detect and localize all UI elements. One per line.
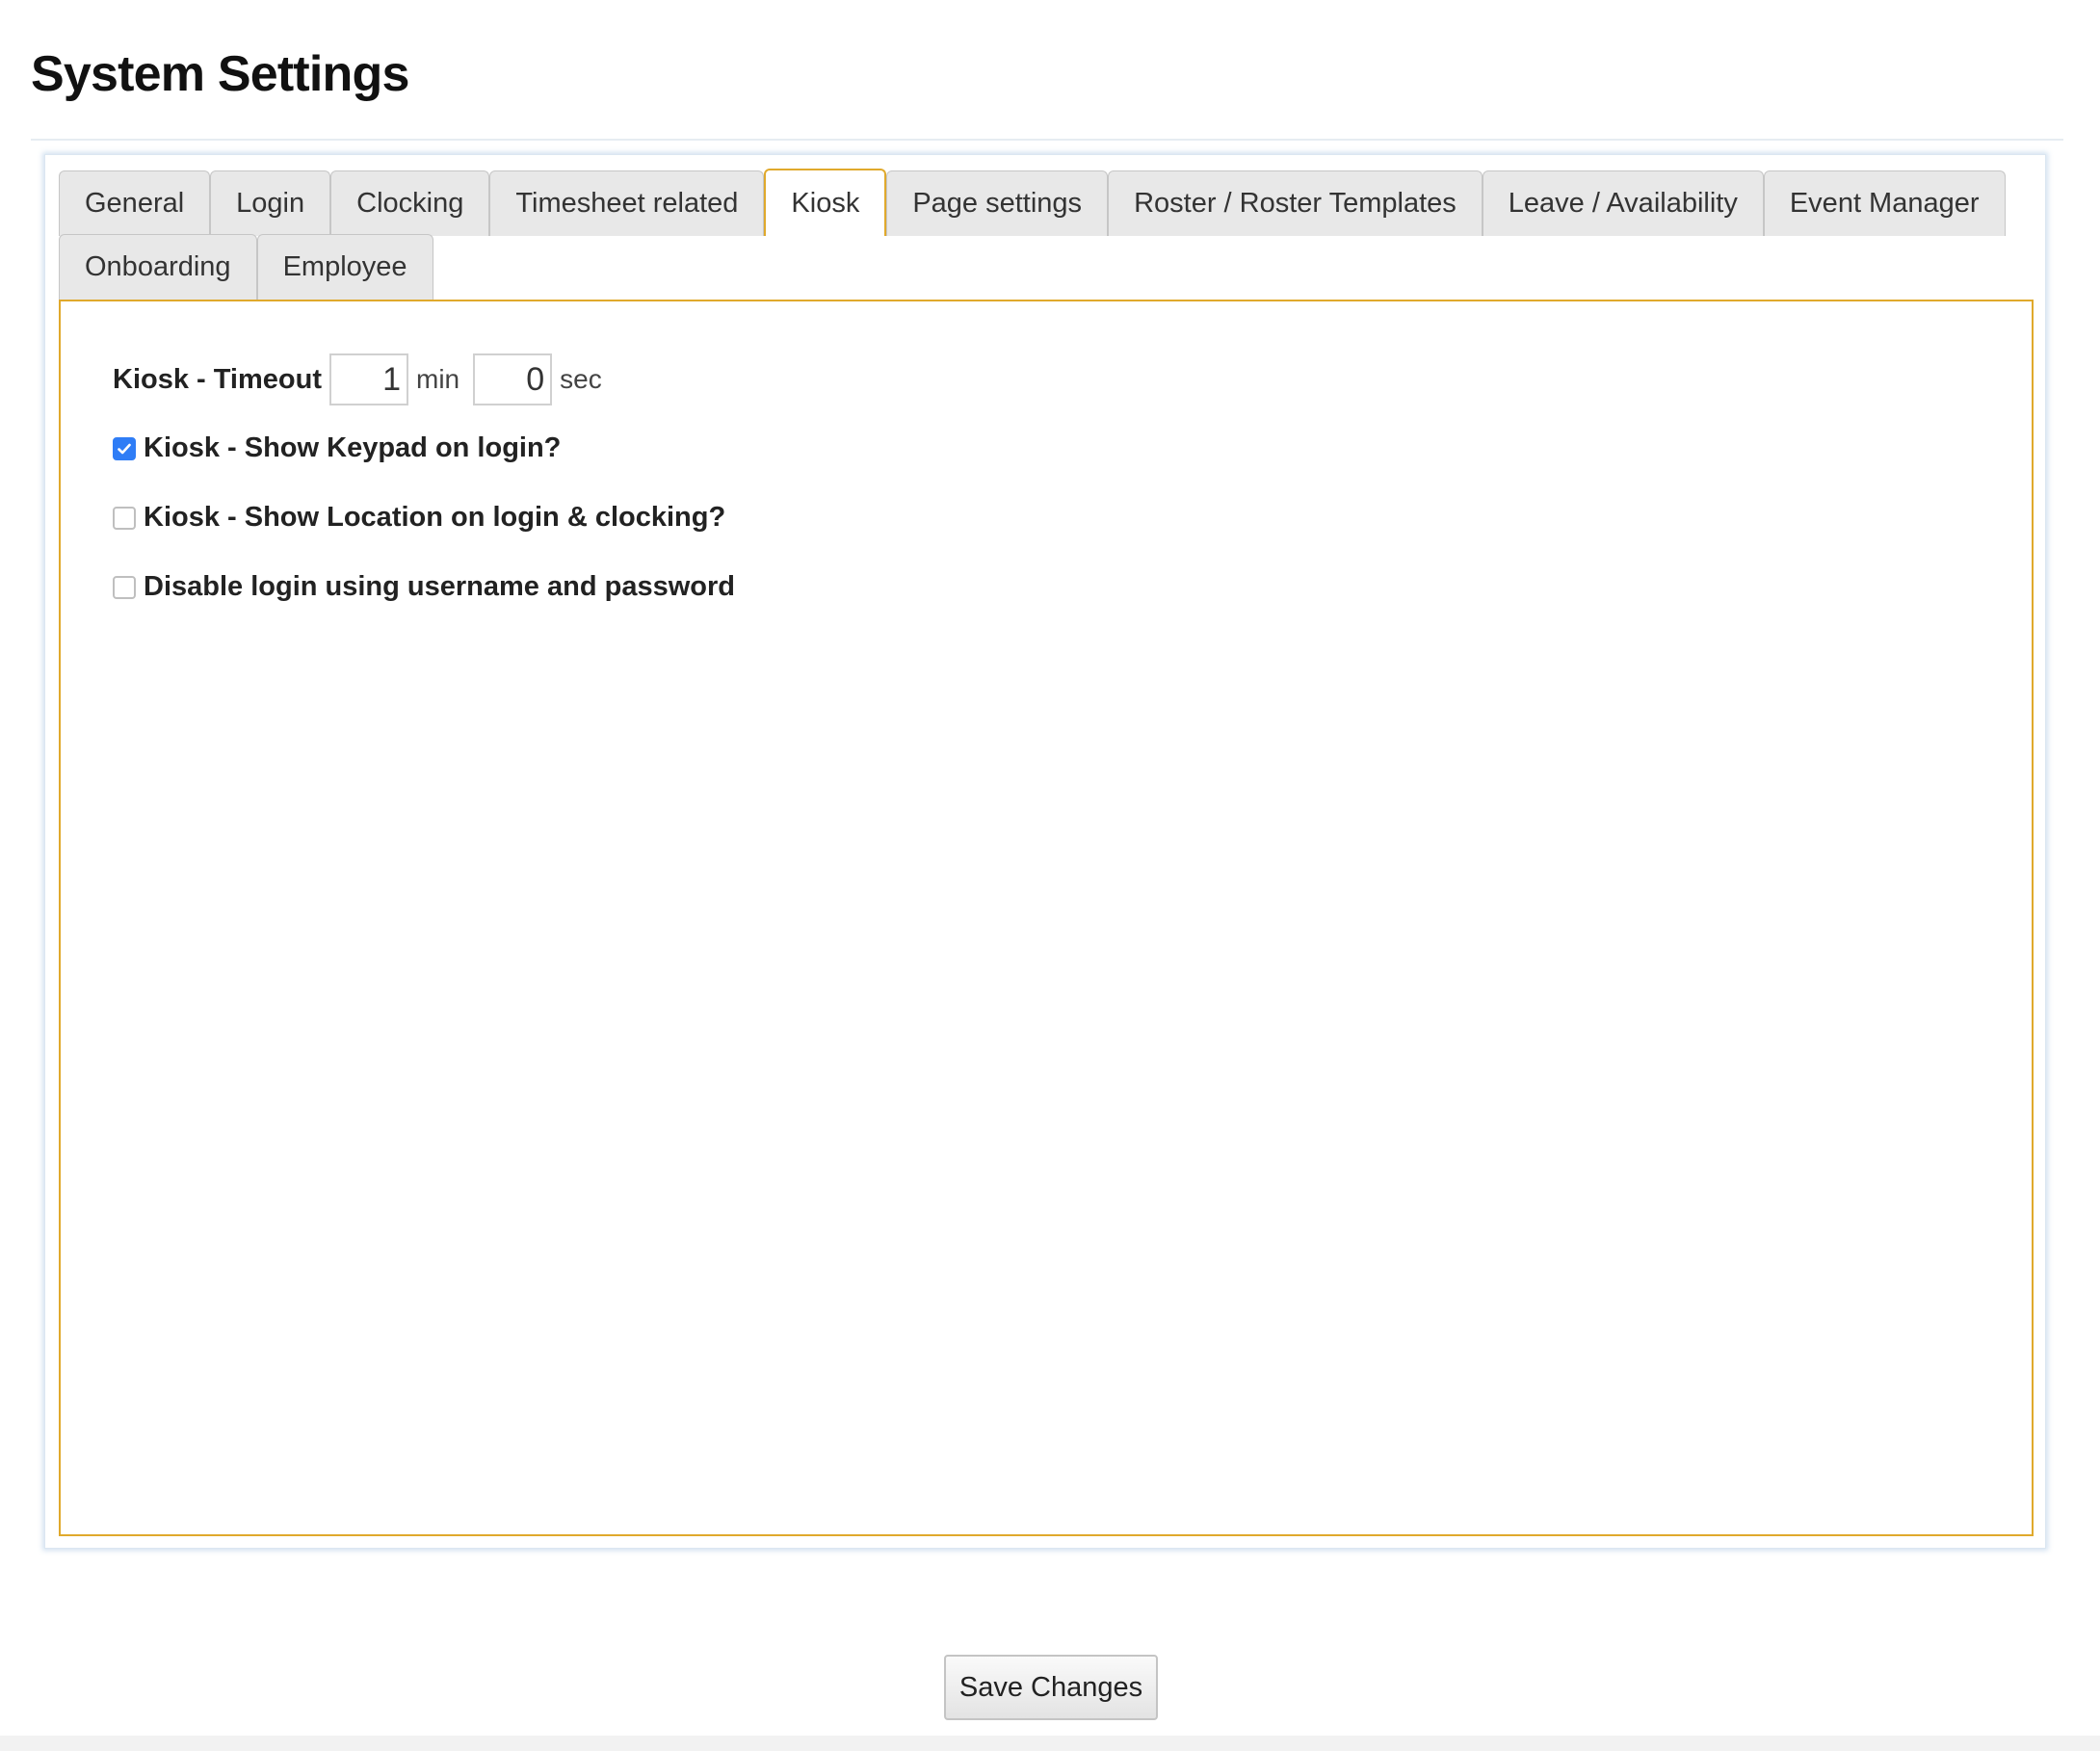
timeout-seconds-input[interactable] (473, 353, 553, 405)
settings-tab-panel: General Login Clocking Timesheet related… (44, 154, 2046, 1549)
minutes-unit-label: min (416, 364, 460, 394)
tab-roster-templates[interactable]: Roster / Roster Templates (1108, 170, 1483, 236)
disable-login-label[interactable]: Disable login using username and passwor… (144, 571, 735, 603)
timeout-minutes-input[interactable] (329, 353, 408, 405)
footer-band (0, 1736, 2100, 1751)
kiosk-timeout-label: Kiosk - Timeout (113, 363, 322, 395)
tab-onboarding[interactable]: Onboarding (59, 234, 257, 300)
tab-page-settings[interactable]: Page settings (886, 170, 1109, 236)
tab-kiosk[interactable]: Kiosk (764, 169, 887, 236)
show-location-checkbox[interactable] (113, 506, 136, 530)
tab-leave-availability[interactable]: Leave / Availability (1482, 170, 1764, 236)
show-location-row: Kiosk - Show Location on login & clockin… (113, 502, 725, 534)
disable-login-checkbox[interactable] (113, 575, 136, 599)
kiosk-tab-content: Kiosk - Timeout min sec Kiosk - Show Key… (59, 300, 2034, 1536)
tab-timesheet-related[interactable]: Timesheet related (489, 170, 765, 236)
tab-row-secondary: Onboarding Employee (59, 234, 433, 300)
save-changes-button[interactable]: Save Changes (944, 1655, 1158, 1720)
disable-login-row: Disable login using username and passwor… (113, 571, 735, 603)
tab-row-primary: General Login Clocking Timesheet related… (59, 169, 2006, 236)
tab-employee[interactable]: Employee (256, 234, 433, 300)
tab-login[interactable]: Login (210, 170, 331, 236)
title-divider (31, 139, 2063, 141)
checkmark-icon (118, 443, 131, 454)
tab-general[interactable]: General (59, 170, 211, 236)
tab-clocking[interactable]: Clocking (330, 170, 490, 236)
show-keypad-checkbox[interactable] (113, 436, 136, 460)
tab-event-manager[interactable]: Event Manager (1763, 170, 2006, 236)
show-keypad-row: Kiosk - Show Keypad on login? (113, 432, 561, 464)
show-location-label[interactable]: Kiosk - Show Location on login & clockin… (144, 502, 725, 534)
show-keypad-label[interactable]: Kiosk - Show Keypad on login? (144, 432, 561, 464)
page-title: System Settings (31, 46, 409, 102)
kiosk-timeout-row: Kiosk - Timeout min sec (113, 353, 608, 405)
seconds-unit-label: sec (560, 364, 602, 394)
